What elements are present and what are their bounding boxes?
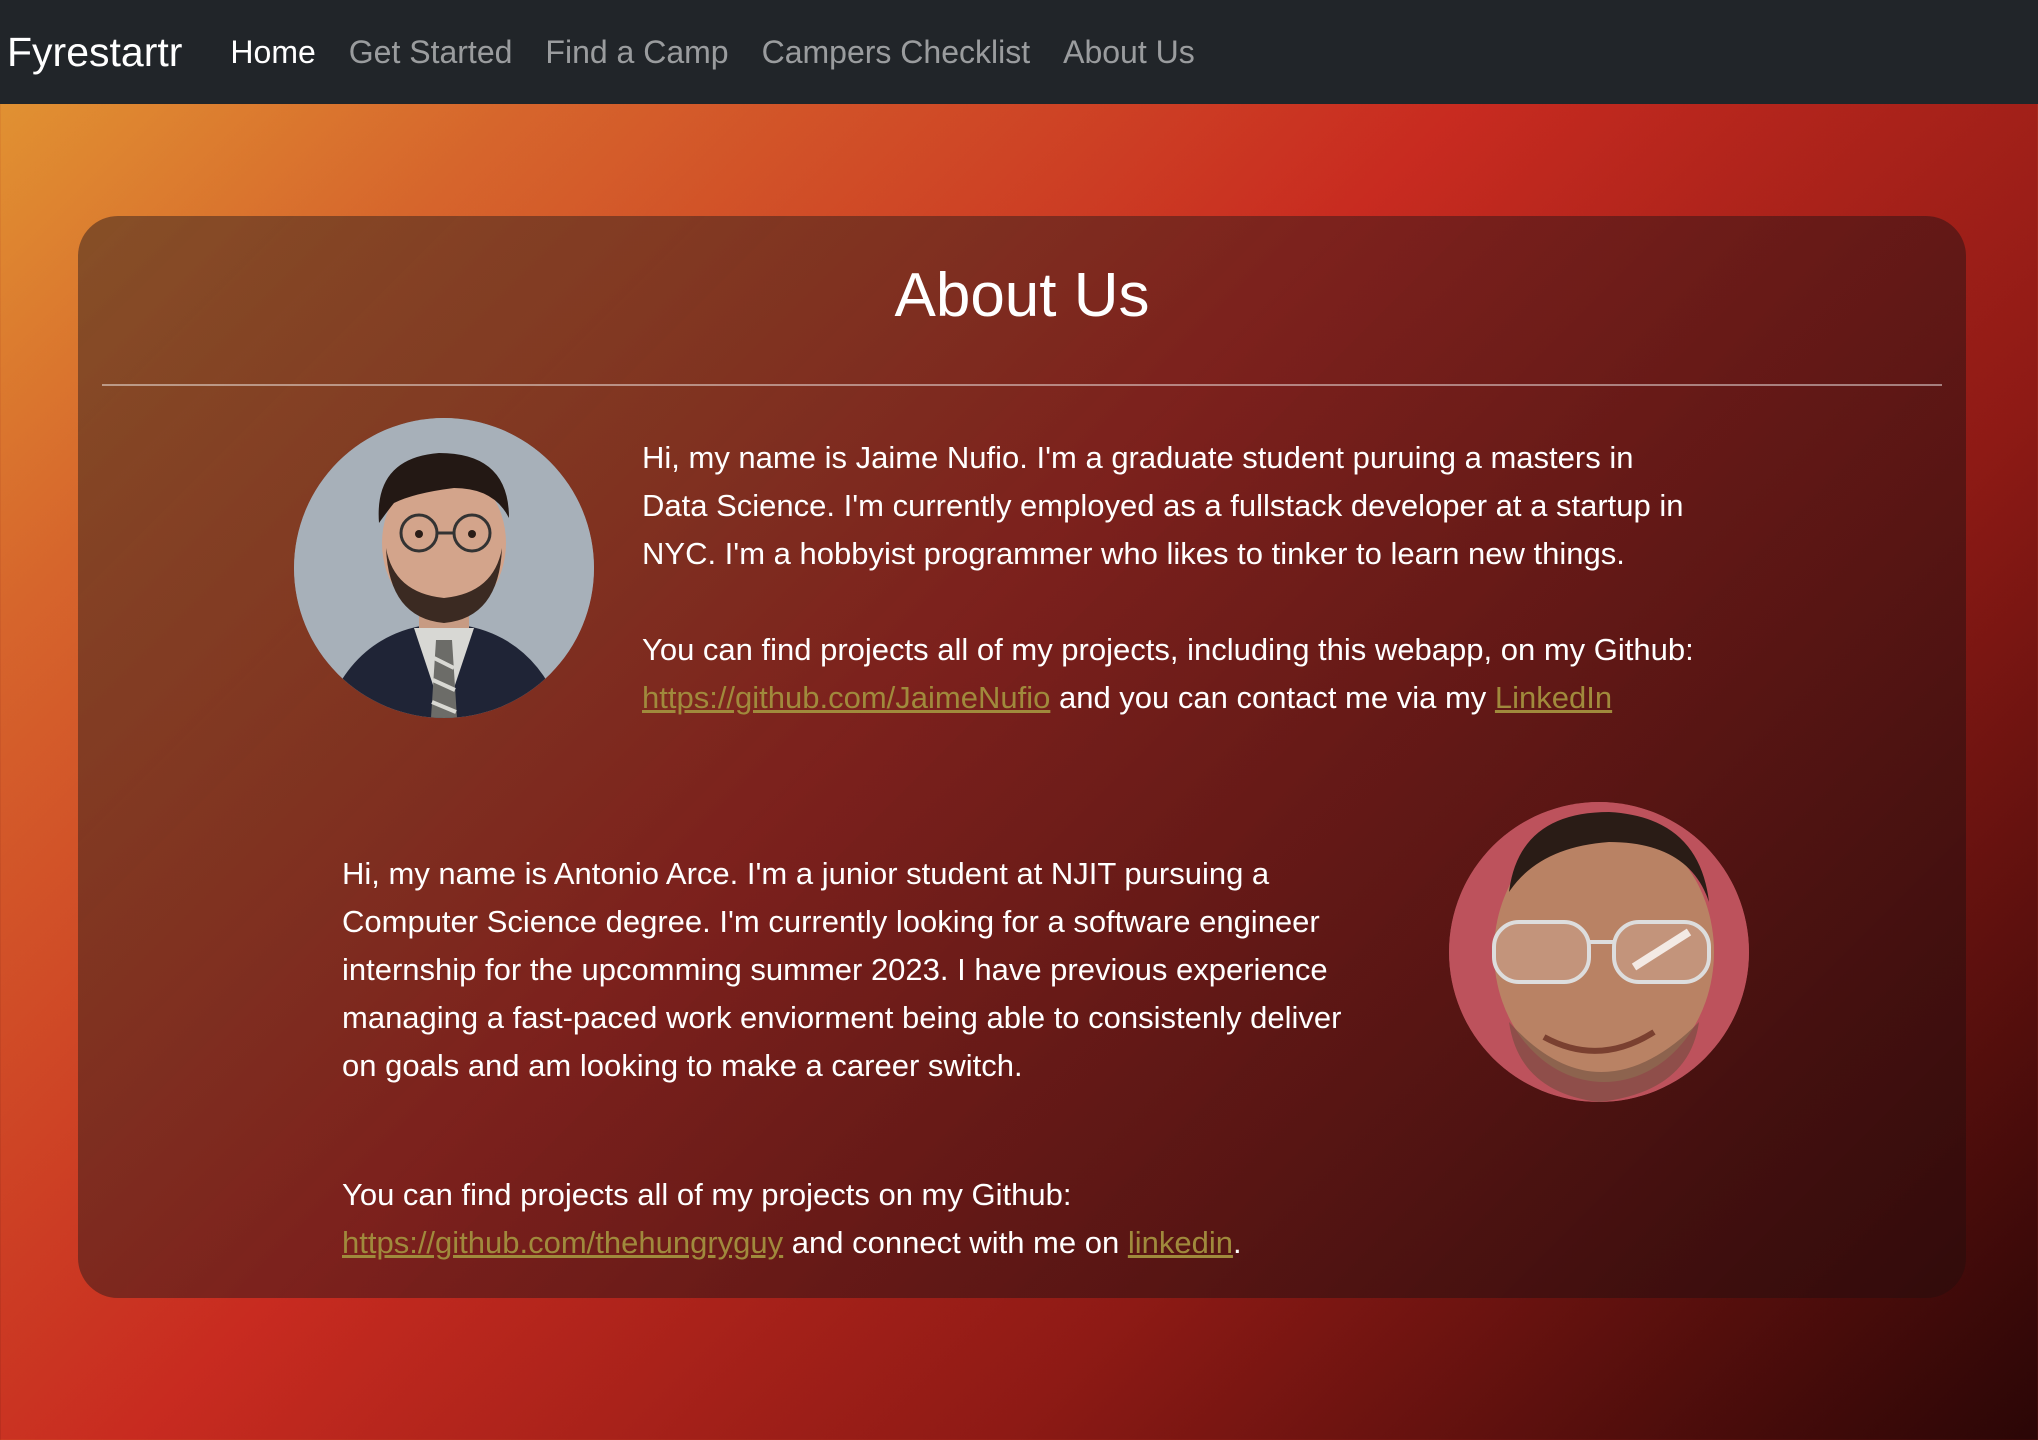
page-title: About Us bbox=[894, 261, 1150, 330]
top-navbar: Fyrestartr Home Get Started Find a Camp … bbox=[0, 0, 2038, 104]
jaime-bio: Hi, my name is Jaime Nufio. I'm a gradua… bbox=[642, 434, 1702, 722]
jaime-links-middle: and you can contact me via my bbox=[1050, 680, 1495, 715]
antonio-links-text: You can find projects all of my projects… bbox=[342, 1171, 1382, 1267]
nav-link-about-us[interactable]: About Us bbox=[1063, 36, 1195, 68]
antonio-links-middle: and connect with me on bbox=[783, 1225, 1128, 1260]
antonio-github-link[interactable]: https://github.com/thehungryguy bbox=[342, 1225, 783, 1260]
brand-logo-link[interactable]: Fyrestartr bbox=[7, 31, 182, 73]
antonio-bio: Hi, my name is Antonio Arce. I'm a junio… bbox=[342, 850, 1382, 1267]
jaime-github-link[interactable]: https://github.com/JaimeNufio bbox=[642, 680, 1050, 715]
nav-link-home[interactable]: Home bbox=[230, 36, 315, 68]
jaime-links-text: You can find projects all of my projects… bbox=[642, 626, 1702, 722]
jaime-linkedin-link[interactable]: LinkedIn bbox=[1495, 680, 1612, 715]
title-divider bbox=[102, 384, 1942, 386]
antonio-linkedin-link[interactable]: linkedin bbox=[1128, 1225, 1233, 1260]
jaime-bio-text: Hi, my name is Jaime Nufio. I'm a gradua… bbox=[642, 440, 1684, 571]
nav-link-campers-checklist[interactable]: Campers Checklist bbox=[762, 36, 1031, 68]
antonio-links-prefix: You can find projects all of my projects… bbox=[342, 1177, 1072, 1212]
antonio-avatar bbox=[1449, 802, 1749, 1102]
nav-link-get-started[interactable]: Get Started bbox=[349, 36, 513, 68]
jaime-avatar bbox=[294, 418, 594, 718]
nav-link-find-a-camp[interactable]: Find a Camp bbox=[545, 36, 728, 68]
antonio-bio-text: Hi, my name is Antonio Arce. I'm a junio… bbox=[342, 856, 1342, 1083]
jaime-links-prefix: You can find projects all of my projects… bbox=[642, 632, 1694, 667]
antonio-links-suffix: . bbox=[1232, 1225, 1242, 1260]
